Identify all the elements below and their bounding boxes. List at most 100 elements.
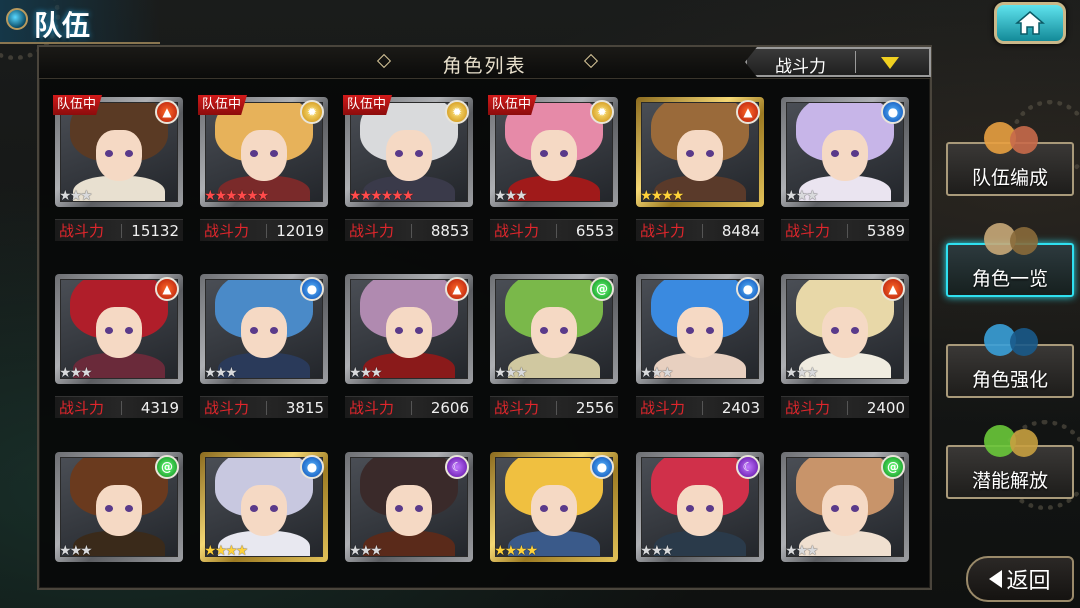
star-icon: ★ <box>401 188 414 204</box>
star-icon: ★ <box>650 543 663 559</box>
enhance-icon <box>984 324 1038 356</box>
character-card[interactable]: ▲ ★★★ <box>55 274 183 384</box>
portrait-eye <box>395 150 404 157</box>
portrait-face <box>676 130 724 182</box>
portrait-eye <box>414 505 423 512</box>
rarity-stars: ★★★ <box>640 365 674 381</box>
menu-button-1[interactable]: 角色一览 <box>946 223 1074 297</box>
power-label: 战斗力 <box>59 222 105 240</box>
rarity-stars: ★★★ <box>59 188 93 204</box>
light-element-icon: ✹ <box>445 100 469 124</box>
portrait-face <box>240 130 288 182</box>
portrait-eye <box>831 150 840 157</box>
portrait-eye <box>124 150 133 157</box>
home-button[interactable] <box>994 2 1066 44</box>
in-team-badge: 队伍中 <box>343 95 393 115</box>
character-card[interactable]: ▲ ★★★ <box>345 274 473 384</box>
portrait-eye <box>686 505 695 512</box>
star-icon: ★ <box>359 188 372 204</box>
character-card[interactable]: @ ★★★ <box>55 452 183 562</box>
star-icon: ★ <box>370 543 382 559</box>
star-icon: ★ <box>69 188 82 204</box>
in-team-badge: 队伍中 <box>53 95 103 115</box>
fire-element-icon: ▲ <box>445 277 469 301</box>
star-icon: ★ <box>359 543 372 559</box>
rarity-stars: ★★★ <box>494 365 528 381</box>
menu-button-2[interactable]: 角色强化 <box>946 324 1074 398</box>
portrait-eye <box>850 327 859 334</box>
portrait-eye <box>705 150 714 157</box>
star-icon: ★ <box>515 543 527 559</box>
star-icon: ★ <box>370 365 382 381</box>
portrait-face <box>821 485 869 537</box>
portrait-face <box>530 485 578 537</box>
portrait-eye <box>269 150 278 157</box>
star-icon: ★ <box>59 188 71 204</box>
character-card[interactable]: 队伍中 ✹ ★★★★★★ <box>343 95 473 207</box>
rarity-stars: ★★★ <box>59 543 93 559</box>
menu-button-3[interactable]: 潜能解放 <box>946 425 1074 499</box>
panel-header: 角色列表 战斗力 <box>39 47 931 79</box>
portrait-face <box>95 485 143 537</box>
star-icon: ★ <box>80 543 92 559</box>
character-card[interactable]: 队伍中 ✹ ★★★ <box>488 95 618 207</box>
rarity-stars: ★★★★ <box>204 543 248 559</box>
portrait-face <box>676 307 724 359</box>
star-icon: ★ <box>59 543 71 559</box>
power-label: 战斗力 <box>640 222 686 240</box>
portrait-face <box>240 307 288 359</box>
power-label: 战斗力 <box>494 399 540 417</box>
star-icon: ★ <box>204 543 216 559</box>
character-card[interactable]: ▲ ★★★★ <box>636 97 764 207</box>
portrait-eye <box>105 327 114 334</box>
water-element-icon: ● <box>736 277 760 301</box>
portrait-eye <box>559 327 568 334</box>
portrait-eye <box>124 505 133 512</box>
star-icon: ★ <box>80 188 92 204</box>
star-icon: ★ <box>69 543 82 559</box>
character-card[interactable]: 队伍中 ▲ ★★★ <box>53 95 183 207</box>
star-icon: ★ <box>214 543 227 559</box>
character-card[interactable]: @ ★★★ <box>781 452 909 562</box>
character-card[interactable]: ● ★★★ <box>200 274 328 384</box>
character-card[interactable]: ● ★★★ <box>636 274 764 384</box>
star-icon: ★ <box>650 365 663 381</box>
star-icon: ★ <box>806 188 818 204</box>
portrait-eye <box>414 150 423 157</box>
power-row: 战斗力 4319 <box>55 396 183 418</box>
power-row: 战斗力 8484 <box>636 219 764 241</box>
portrait-eye <box>831 505 840 512</box>
rarity-stars: ★★★ <box>349 365 383 381</box>
sort-label: 战斗力 <box>775 57 826 77</box>
star-icon: ★ <box>795 365 808 381</box>
character-card[interactable]: @ ★★★ <box>490 274 618 384</box>
rarity-stars: ★★★ <box>59 365 93 381</box>
power-value: 2400 <box>866 398 905 417</box>
power-value: 2403 <box>721 398 760 417</box>
character-card[interactable]: ☾ ★★★ <box>636 452 764 562</box>
menu-button-0[interactable]: 队伍编成 <box>946 122 1074 196</box>
portrait-eye <box>540 150 549 157</box>
power-row: 战斗力 3815 <box>200 396 328 418</box>
character-card[interactable]: ▲ ★★★ <box>781 274 909 384</box>
portrait-eye <box>269 505 278 512</box>
back-button[interactable]: 返回 <box>966 556 1074 602</box>
star-icon: ★ <box>349 188 361 204</box>
character-card[interactable]: ☾ ★★★ <box>345 452 473 562</box>
star-icon: ★ <box>504 365 517 381</box>
sort-dropdown[interactable]: 战斗力 <box>745 47 931 77</box>
team-formation-icon <box>984 122 1038 154</box>
portrait-face <box>95 307 143 359</box>
power-value: 2556 <box>575 398 614 417</box>
character-card[interactable]: ● ★★★ <box>781 97 909 207</box>
menu-label: 角色强化 <box>971 369 1048 391</box>
character-card[interactable]: ● ★★★★ <box>490 452 618 562</box>
light-element-icon: ✹ <box>300 100 324 124</box>
portrait-face <box>240 485 288 537</box>
character-card[interactable]: 队伍中 ✹ ★★★★★★ <box>198 95 328 207</box>
character-card[interactable]: ● ★★★★ <box>200 452 328 562</box>
star-icon: ★ <box>494 188 506 204</box>
star-icon: ★ <box>349 543 361 559</box>
power-label: 战斗力 <box>204 399 250 417</box>
portrait-eye <box>250 505 259 512</box>
